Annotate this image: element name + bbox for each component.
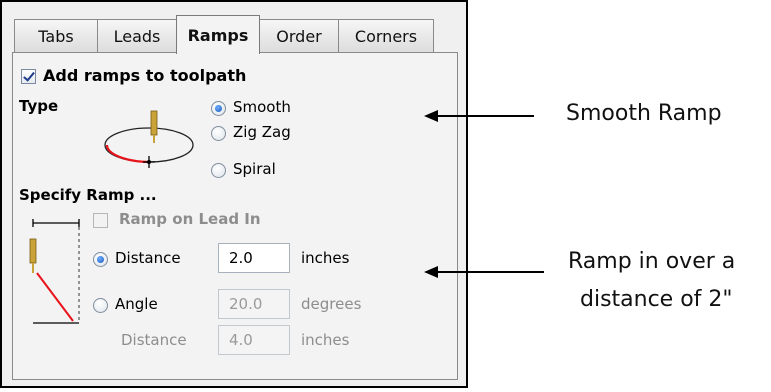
angle-distance-label: Distance — [121, 331, 187, 349]
specify-ramp-heading: Specify Ramp ... — [19, 186, 157, 204]
smooth-ramp-illustration — [104, 110, 194, 168]
distance-callout-line2: distance of 2" — [580, 287, 733, 312]
angle-radio[interactable] — [93, 298, 108, 313]
angle-distance-unit: inches — [301, 331, 350, 349]
tab-ramps[interactable]: Ramps — [176, 15, 260, 54]
ramp-lead-in-label[interactable]: Ramp on Lead In — [119, 210, 261, 228]
tool-icon — [150, 110, 158, 136]
type-heading: Type — [19, 97, 59, 115]
tab-leads[interactable]: Leads — [97, 19, 177, 53]
ramp-lead-in-checkbox[interactable] — [93, 213, 108, 228]
ramp-distance-illustration — [29, 219, 80, 324]
tab-order[interactable]: Order — [259, 19, 339, 53]
angle-unit: degrees — [301, 295, 362, 313]
spiral-radio[interactable] — [211, 163, 226, 178]
distance-callout-arrow-line — [436, 271, 544, 273]
zigzag-radio[interactable] — [211, 126, 226, 141]
smooth-radio[interactable] — [211, 101, 226, 116]
zigzag-label[interactable]: Zig Zag — [233, 123, 291, 141]
tab-bar: Tabs Leads Ramps Order Corners — [14, 15, 434, 54]
angle-input[interactable]: 20.0 — [218, 289, 290, 319]
spiral-label[interactable]: Spiral — [233, 160, 276, 178]
distance-input[interactable]: 2.0 — [218, 243, 290, 273]
distance-label[interactable]: Distance — [115, 249, 181, 267]
tab-tabs[interactable]: Tabs — [14, 19, 98, 53]
ramps-tab-content: Add ramps to toolpath Type Smooth Zig Za… — [12, 52, 458, 380]
smooth-ramp-callout: Smooth Ramp — [566, 101, 722, 126]
angle-distance-input[interactable]: 4.0 — [218, 325, 290, 355]
angle-label[interactable]: Angle — [115, 295, 158, 313]
distance-radio[interactable] — [93, 252, 108, 267]
add-ramps-label[interactable]: Add ramps to toolpath — [43, 66, 246, 85]
tab-corners[interactable]: Corners — [338, 19, 434, 53]
distance-callout-line1: Ramp in over a — [568, 249, 736, 274]
add-ramps-checkbox[interactable] — [21, 69, 36, 84]
ramp-path-segment — [105, 144, 150, 164]
smooth-label[interactable]: Smooth — [233, 98, 291, 116]
smooth-callout-arrow-line — [436, 115, 534, 117]
tool-icon — [29, 238, 37, 264]
toolpath-options-panel: Tabs Leads Ramps Order Corners Add ramps… — [0, 0, 468, 388]
distance-unit: inches — [301, 249, 350, 267]
